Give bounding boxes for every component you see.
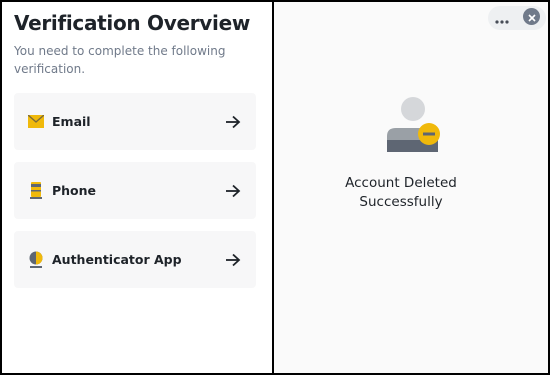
arrow-right-icon	[224, 251, 242, 269]
email-icon	[28, 114, 44, 130]
page-title: Verification Overview	[14, 11, 251, 35]
result-message-line1: Account Deleted	[345, 175, 457, 191]
account-deleted-icon	[384, 96, 444, 156]
close-icon	[527, 7, 536, 26]
verification-panel: Verification Overview You need to comple…	[2, 2, 272, 373]
arrow-right-icon	[224, 113, 242, 131]
page-subtitle: You need to complete the following verif…	[14, 44, 226, 76]
more-options-button[interactable]	[488, 6, 516, 30]
email-label: Email	[52, 114, 91, 129]
phone-verification-item[interactable]: Phone	[14, 162, 256, 219]
email-verification-item[interactable]: Email	[14, 93, 256, 150]
arrow-right-icon	[224, 182, 242, 200]
phone-icon	[28, 182, 44, 199]
result-panel: Account Deleted Successfully	[274, 2, 548, 373]
authenticator-icon	[28, 251, 44, 268]
close-button[interactable]	[523, 8, 540, 25]
result-message-line2: Successfully	[359, 194, 443, 210]
authenticator-verification-item[interactable]: Authenticator App	[14, 231, 256, 288]
more-dots-icon	[495, 9, 509, 28]
phone-label: Phone	[52, 183, 97, 198]
authenticator-label: Authenticator App	[52, 252, 182, 267]
result-message: Account Deleted Successfully	[274, 174, 528, 212]
